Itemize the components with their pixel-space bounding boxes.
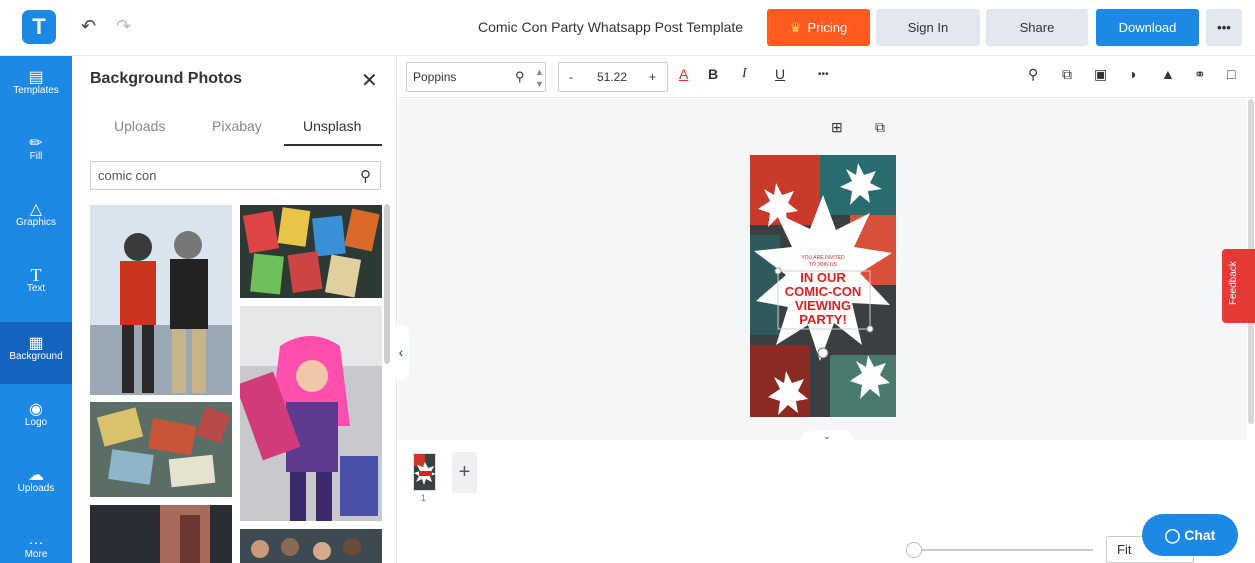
font-stepper-icon[interactable]: ▲ ▼ xyxy=(535,63,544,90)
sidebar-item-text[interactable]: T Text xyxy=(0,254,72,316)
poster-headline[interactable]: VIEWING xyxy=(750,299,896,313)
chat-icon: ◯ xyxy=(1164,527,1181,543)
font-name: Poppins xyxy=(413,70,457,84)
increase-size-button[interactable]: + xyxy=(649,70,656,84)
more-icon: … xyxy=(28,531,44,548)
chat-label: Chat xyxy=(1184,527,1216,543)
zoom-slider-handle[interactable] xyxy=(906,542,922,558)
crown-icon: ♛ xyxy=(789,20,802,35)
opacity-icon[interactable]: ◑ xyxy=(1128,66,1136,82)
download-button[interactable]: Download xyxy=(1096,9,1199,46)
poster-headline[interactable]: IN OUR xyxy=(750,271,896,285)
document-title[interactable]: Comic Con Party Whatsapp Post Template xyxy=(478,19,743,35)
copy-page-icon[interactable]: ⧉ xyxy=(875,119,885,136)
chat-button[interactable]: ◯ Chat xyxy=(1142,514,1238,556)
sidebar-item-label: Graphics xyxy=(15,217,56,228)
italic-icon[interactable]: I xyxy=(742,66,747,82)
share-button[interactable]: Share xyxy=(986,9,1088,46)
poster-headline[interactable]: PARTY! xyxy=(750,313,896,327)
photo-thumbnail[interactable] xyxy=(240,306,382,521)
font-size-value[interactable]: 51.22 xyxy=(597,70,627,84)
bold-icon[interactable]: B xyxy=(708,66,718,82)
sidebar-item-label: Uploads xyxy=(17,483,55,494)
tab-unsplash[interactable]: Unsplash xyxy=(303,118,361,134)
photo-thumbnail[interactable] xyxy=(90,505,232,563)
pricing-label: Pricing xyxy=(807,20,848,35)
source-tabs: Uploads Pixabay Unsplash xyxy=(72,114,397,146)
paint-roller-icon[interactable]: ⚲ xyxy=(1028,66,1038,83)
active-tab-indicator xyxy=(284,144,382,146)
panel-scrollbar[interactable] xyxy=(384,204,390,364)
sidebar-item-uploads[interactable]: ☁ Uploads xyxy=(0,454,72,516)
redo-icon[interactable]: ↷ xyxy=(116,16,131,37)
background-photos-panel: Background Photos ✕ Uploads Pixabay Unsp… xyxy=(72,56,397,563)
photo-thumbnail[interactable] xyxy=(90,205,232,395)
close-icon[interactable]: ✕ xyxy=(361,68,378,93)
zoom-slider[interactable] xyxy=(915,549,1093,551)
text-icon: T xyxy=(30,265,42,285)
undo-icon[interactable]: ↶ xyxy=(81,16,96,37)
page-number: 1 xyxy=(421,493,427,503)
design-canvas[interactable]: YOU ARE INVITED TO JOIN US IN OUR COMIC-… xyxy=(750,155,896,417)
poster-invite-line: YOU ARE INVITED xyxy=(801,255,845,261)
align-icon[interactable]: ▲ xyxy=(1161,66,1175,82)
collapse-panel-icon[interactable]: ‹ xyxy=(393,325,409,380)
photo-search: ⚲ xyxy=(90,161,381,190)
sidebar-item-background[interactable]: ▦ Background xyxy=(0,322,72,384)
sidebar-item-fill[interactable]: ✏ Fill xyxy=(0,122,72,184)
search-icon: ⚲ xyxy=(515,69,525,84)
sidebar-item-label: Templates xyxy=(13,85,59,96)
more-options-button[interactable]: ••• xyxy=(1206,9,1242,46)
logo-icon: ◉ xyxy=(29,401,43,418)
shapes-icon: △ xyxy=(29,201,43,218)
underline-icon[interactable]: U xyxy=(775,66,785,82)
sidebar-item-label: More xyxy=(24,549,48,560)
feedback-button[interactable]: Feedback xyxy=(1222,249,1255,323)
sidebar-item-graphics[interactable]: △ Graphics xyxy=(0,188,72,250)
app-logo[interactable]: T xyxy=(22,10,56,44)
delete-icon[interactable]: □ xyxy=(1227,66,1235,82)
layer-icon[interactable]: ▣ xyxy=(1094,66,1107,83)
poster-headline[interactable]: COMIC-CON xyxy=(750,285,896,299)
pencil-icon: ✏ xyxy=(29,135,43,152)
add-page-button[interactable]: + xyxy=(452,452,477,493)
templates-icon: ▤ xyxy=(28,69,44,86)
poster-invite-line: TO JOIN US xyxy=(809,262,837,268)
more-text-options-icon[interactable]: ••• xyxy=(818,69,829,80)
pricing-button[interactable]: ♛ Pricing xyxy=(767,9,870,46)
duplicate-icon[interactable]: ⧉ xyxy=(1062,66,1072,83)
search-icon[interactable]: ⚲ xyxy=(360,167,371,185)
sign-in-button[interactable]: Sign In xyxy=(876,9,980,46)
search-input[interactable] xyxy=(91,162,341,189)
add-page-icon[interactable]: ⊞ xyxy=(831,119,843,136)
panel-title: Background Photos xyxy=(90,70,243,87)
background-icon: ▦ xyxy=(28,335,44,352)
photo-thumbnail[interactable] xyxy=(240,529,382,563)
left-sidebar: ▤ Templates ✏ Fill △ Graphics T Text ▦ Backgr… xyxy=(0,56,72,563)
tab-pixabay[interactable]: Pixabay xyxy=(212,118,262,134)
sidebar-item-label: Logo xyxy=(24,417,48,428)
photo-thumbnail[interactable] xyxy=(90,402,232,497)
link-icon[interactable]: ⚭ xyxy=(1194,66,1206,83)
font-family-select[interactable]: Poppins ⚲ ▲ ▼ xyxy=(406,62,546,92)
tab-uploads[interactable]: Uploads xyxy=(114,118,165,134)
sidebar-item-logo[interactable]: ◉ Logo xyxy=(0,388,72,450)
sidebar-item-label: Background xyxy=(9,351,63,362)
sidebar-item-templates[interactable]: ▤ Templates xyxy=(0,56,72,118)
decrease-size-button[interactable]: - xyxy=(569,70,573,84)
text-color-icon[interactable]: A xyxy=(679,66,688,82)
text-toolbar: Poppins ⚲ ▲ ▼ - 51.22 + A B I U ••• ⚲ ⧉ ▣… xyxy=(398,56,1255,98)
sidebar-item-more[interactable]: … More xyxy=(0,520,72,563)
sidebar-item-label: Text xyxy=(26,283,46,294)
font-size-control: - 51.22 + xyxy=(558,62,668,92)
photo-thumbnail[interactable] xyxy=(240,205,382,298)
page-thumbnail[interactable] xyxy=(413,453,436,491)
cloud-upload-icon: ☁ xyxy=(28,467,44,484)
feedback-label: Feedback xyxy=(1228,261,1239,305)
sidebar-item-label: Fill xyxy=(29,151,43,162)
top-bar: T ↶ ↷ Comic Con Party Whatsapp Post Temp… xyxy=(0,0,1255,56)
